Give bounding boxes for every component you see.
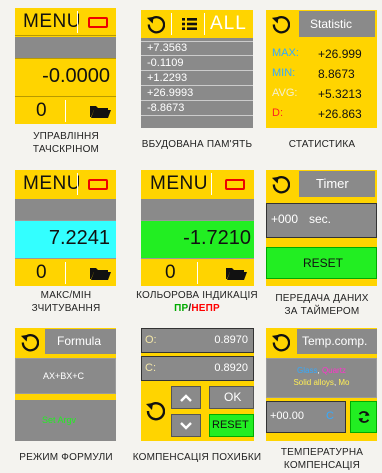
back-icon[interactable] bbox=[271, 15, 290, 34]
timer-reset-label: RESET bbox=[303, 256, 344, 270]
timer-value: +000 bbox=[271, 212, 299, 226]
gray-strip bbox=[141, 199, 254, 220]
material-mo: Mo bbox=[338, 378, 350, 387]
temp-title: Temp.comp. bbox=[302, 334, 368, 348]
materials-line2: Solid alloys, Mo bbox=[293, 378, 350, 387]
all-button[interactable]: ALL bbox=[210, 13, 247, 35]
ok-label: OK bbox=[224, 390, 242, 404]
refresh-icon bbox=[358, 411, 369, 423]
folder-icon[interactable] bbox=[89, 104, 111, 119]
temp-unit: C bbox=[326, 410, 334, 422]
formula-panel: Formula AX+BX+C Set Argv bbox=[15, 328, 116, 441]
compensation-panel: O: 0.8970 C: 0.8920 OK RESET bbox=[141, 328, 254, 441]
color-indication-panel: MENU -1.7210 0 bbox=[141, 170, 254, 286]
menu-battery-divider bbox=[211, 173, 212, 195]
caption-compensation: КОМПЕНСАЦІЯ ПОХИБКИ bbox=[132, 452, 262, 463]
stat-row-d: D: +26.863 bbox=[272, 107, 362, 121]
folder-icon[interactable] bbox=[89, 266, 111, 281]
up-button[interactable] bbox=[171, 386, 201, 409]
toolbar-divider-2 bbox=[204, 13, 205, 35]
gray-strip bbox=[15, 37, 116, 58]
back-icon[interactable] bbox=[271, 175, 290, 194]
timer-unit: sec. bbox=[309, 212, 332, 226]
timer-title: Timer bbox=[316, 176, 349, 191]
set-argv-label: Set Argv bbox=[42, 415, 77, 425]
memory-panel: ALL +7.3563 -0.1109 +1.2293 +26.9993 -8.… bbox=[141, 10, 253, 128]
timer-panel: Timer +000 sec. RESET bbox=[266, 170, 377, 286]
caption-touchscreen: УПРАВЛІННЯ ТАЧСКРІНОМ bbox=[32, 131, 100, 155]
minmax-panel: MENU 7.2241 0 bbox=[15, 170, 116, 286]
touchscreen-panel: MENU -0.0000 0 bbox=[15, 8, 116, 124]
menu-battery-divider bbox=[77, 173, 78, 195]
formula-text: AX+BX+C bbox=[43, 371, 85, 381]
counter-value: 0 bbox=[36, 262, 47, 283]
statistic-rows: MAX: +26.999 MIN: 8.8673 AVG: +5.3213 D:… bbox=[266, 43, 377, 123]
caption-color-indication: КОЛЬОРОВА ІНДИКАЦІЯ ПР/НЕПР bbox=[136, 290, 258, 314]
caption-statistic: СТАТИСТИКА bbox=[288, 139, 356, 150]
back-icon[interactable] bbox=[271, 333, 290, 352]
material-quartz: Quartz bbox=[321, 366, 346, 375]
down-button[interactable] bbox=[171, 414, 201, 437]
battery-icon bbox=[88, 179, 108, 190]
memory-row[interactable]: +7.3563 bbox=[141, 41, 253, 56]
o-value: 0.8970 bbox=[214, 334, 248, 346]
material-glass: Glass bbox=[297, 366, 318, 375]
battery-icon bbox=[88, 17, 108, 28]
chevron-up-icon bbox=[180, 393, 192, 402]
stat-row-max: MAX: +26.999 bbox=[272, 47, 362, 61]
menu-label: MENU bbox=[23, 11, 81, 32]
stat-row-avg: AVG: +5.3213 bbox=[272, 87, 362, 101]
caption-timer: ПЕРЕДАЧА ДАНИХ ЗА ТАЙМЕРОМ bbox=[275, 293, 369, 317]
reset-label: RESET bbox=[212, 419, 249, 431]
bottom-divider bbox=[65, 262, 66, 284]
toolbar-divider-1 bbox=[171, 13, 172, 35]
statistic-title: Statistic bbox=[310, 17, 353, 31]
bottom-divider bbox=[197, 262, 198, 284]
back-icon[interactable] bbox=[20, 333, 39, 352]
counter-value: 0 bbox=[36, 100, 47, 121]
refresh-button[interactable] bbox=[350, 401, 377, 433]
counter-value: 0 bbox=[165, 262, 176, 283]
materials-line1: Glass, Quartz bbox=[297, 366, 346, 375]
temp-comp-panel: Temp.comp. Glass, Quartz Solid alloys, M… bbox=[266, 328, 377, 441]
list-icon[interactable] bbox=[182, 18, 197, 30]
caption-formula: РЕЖИМ ФОРМУЛИ bbox=[19, 452, 113, 463]
o-label: O: bbox=[145, 334, 157, 346]
battery-icon bbox=[225, 179, 245, 190]
memory-row[interactable]: +26.9993 bbox=[141, 86, 253, 101]
menu-label: MENU bbox=[23, 173, 81, 194]
measured-value: 7.2241 bbox=[48, 227, 110, 249]
statistic-panel: Statistic MAX: +26.999 MIN: 8.8673 AVG: … bbox=[266, 10, 377, 128]
formula-title: Formula bbox=[57, 334, 102, 348]
folder-icon[interactable] bbox=[225, 266, 247, 281]
caption-temp-comp: ТЕМПЕРАТУРНА КОМПЕНСАЦІЯ bbox=[280, 447, 364, 471]
c-value: 0.8920 bbox=[214, 362, 248, 374]
caption-minmax: МАКС/МІН ЗЧИТУВАННЯ bbox=[31, 290, 101, 314]
gray-strip bbox=[15, 199, 116, 220]
back-icon[interactable] bbox=[146, 15, 165, 34]
bottom-divider bbox=[65, 100, 66, 122]
menu-battery-divider bbox=[77, 11, 78, 33]
stat-row-min: MIN: 8.8673 bbox=[272, 67, 355, 81]
c-label: C: bbox=[145, 362, 156, 374]
caption-memory: ВБУДОВАНА ПАМ'ЯТЬ bbox=[141, 139, 253, 150]
measured-value: -1.7210 bbox=[183, 227, 251, 249]
memory-list: +7.3563 -0.1109 +1.2293 +26.9993 -8.8673 bbox=[141, 41, 253, 116]
menu-label: MENU bbox=[150, 173, 208, 194]
measured-value: -0.0000 bbox=[42, 65, 110, 87]
pass-label: ПР bbox=[174, 303, 189, 314]
memory-row[interactable]: -8.8673 bbox=[141, 101, 253, 116]
back-icon[interactable] bbox=[145, 401, 165, 421]
temp-value: +00.00 bbox=[270, 410, 304, 422]
memory-row[interactable]: +1.2293 bbox=[141, 71, 253, 86]
fail-label: НЕПР bbox=[191, 303, 220, 314]
chevron-down-icon bbox=[180, 421, 192, 430]
material-solid: Solid alloys bbox=[293, 378, 334, 387]
memory-row[interactable]: -0.1109 bbox=[141, 56, 253, 71]
